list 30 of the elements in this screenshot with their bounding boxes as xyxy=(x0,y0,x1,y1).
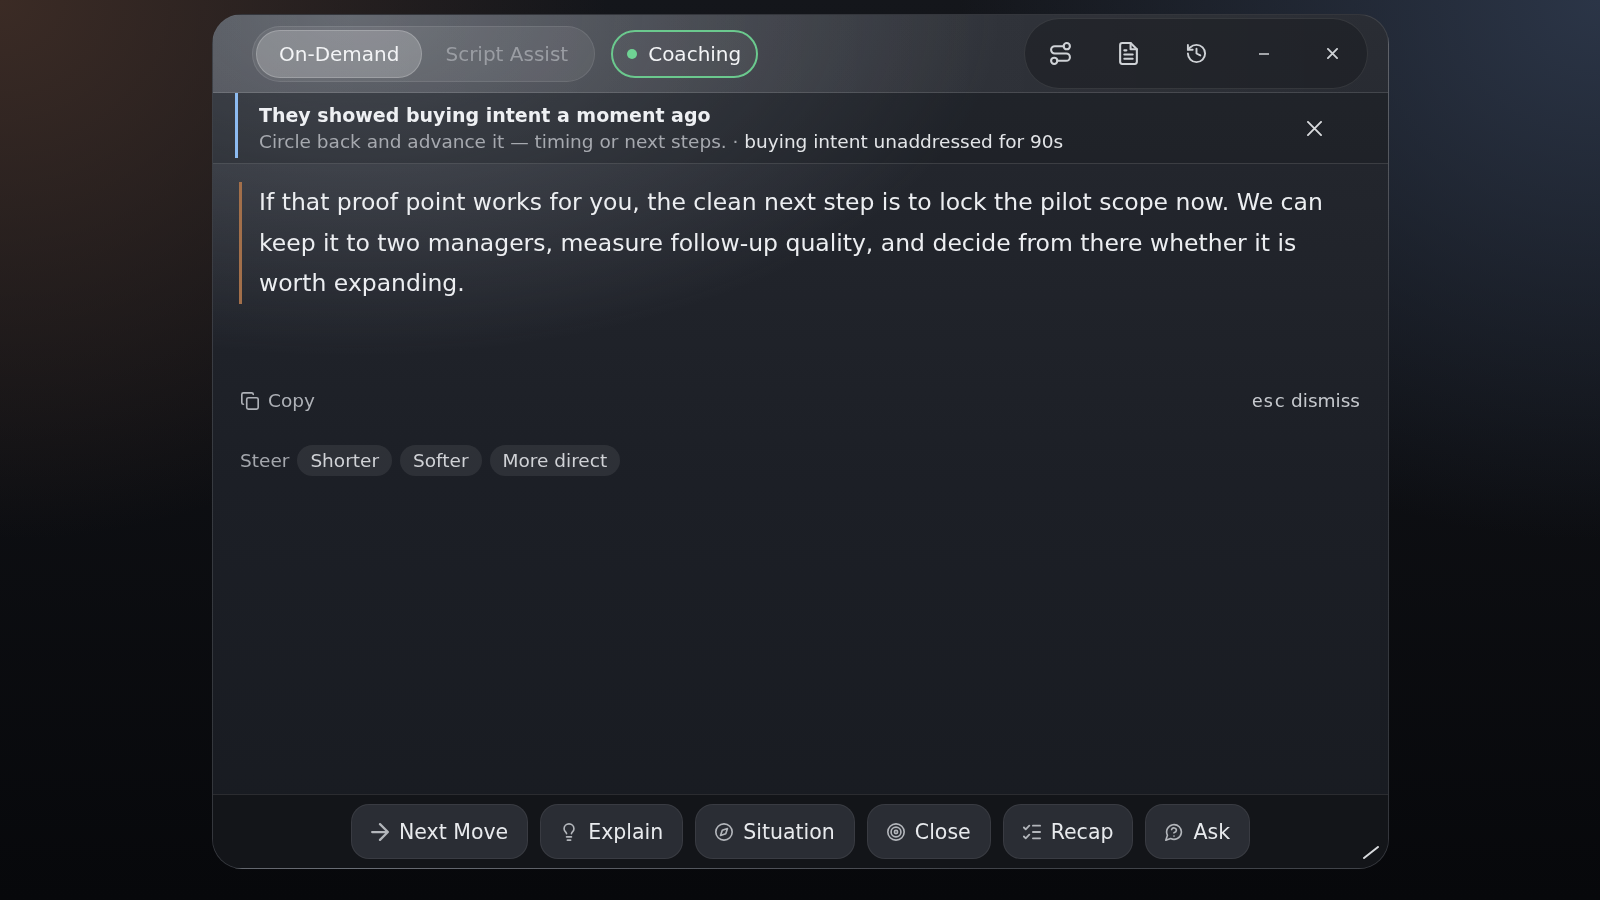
action-button[interactable]: Close xyxy=(866,804,991,859)
route-icon[interactable] xyxy=(1049,42,1071,65)
action-button[interactable]: Recap xyxy=(1002,804,1134,859)
compass-icon xyxy=(715,822,734,841)
close-icon[interactable] xyxy=(1326,48,1338,59)
steer-label: Steer xyxy=(239,449,290,471)
close-icon[interactable] xyxy=(1307,120,1322,136)
copy-icon xyxy=(241,391,259,410)
coaching-toggle[interactable]: Coaching xyxy=(611,29,759,78)
steer-option-button[interactable]: Softer xyxy=(400,444,482,476)
action-button[interactable]: Explain xyxy=(540,804,684,859)
resize-handle-icon[interactable] xyxy=(1363,846,1379,859)
action-button[interactable]: Situation xyxy=(695,804,855,859)
action-button[interactable]: Next Move xyxy=(350,804,529,859)
question-bubble-icon xyxy=(1165,822,1184,841)
checklist-icon xyxy=(1022,822,1041,841)
history-icon[interactable] xyxy=(1185,42,1207,65)
alert-title: They showed buying intent a moment ago xyxy=(259,102,712,128)
document-icon[interactable] xyxy=(1117,42,1139,65)
dismiss-hint: esc dismiss xyxy=(1251,390,1360,411)
status-dot-icon xyxy=(627,48,638,59)
arrow-right-icon xyxy=(370,822,389,841)
alert-message: Circle back and advance it — timing or next steps. · buying intent unaddressed for 90s xyxy=(259,129,1065,154)
minimize-icon[interactable] xyxy=(1259,52,1269,55)
steer-option-button[interactable]: Shorter xyxy=(297,444,392,476)
target-icon xyxy=(886,822,905,841)
action-button[interactable]: Ask xyxy=(1145,804,1251,859)
suggested-reply-text: If that proof point works for you, the clean next step is to lock the pilot scope now. We can keep it to two managers, measure follow-up quality, and decide from there whether it is worth expanding. xyxy=(258,187,1324,299)
steer-option-button[interactable]: More direct xyxy=(489,444,621,476)
copy-button[interactable]: Copy xyxy=(239,390,315,411)
